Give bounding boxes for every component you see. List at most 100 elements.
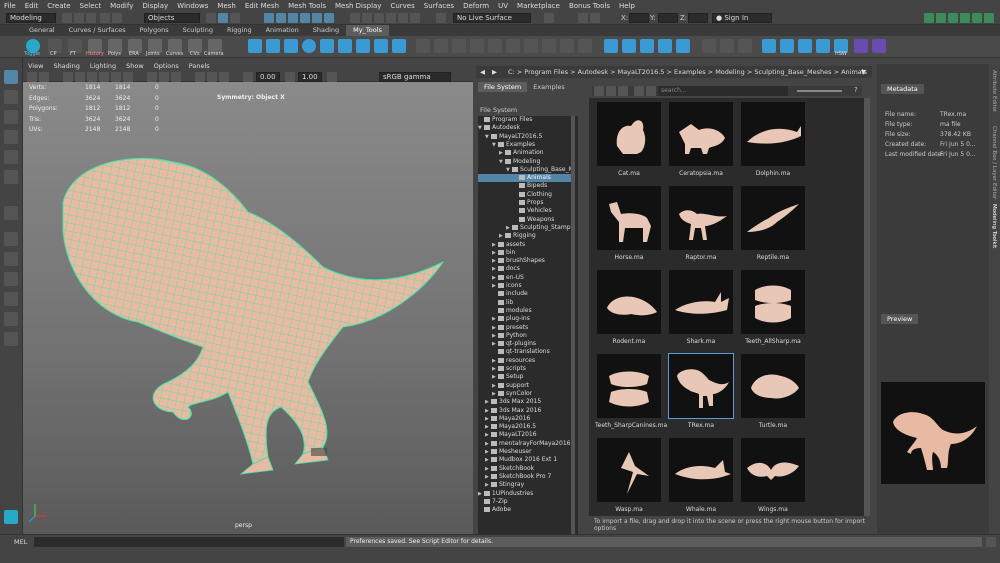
select-component-icon[interactable] — [230, 13, 240, 23]
deform-icon-2[interactable] — [434, 39, 448, 53]
tree-item[interactable]: ▶ mentalrayForMaya2016 — [478, 440, 572, 448]
tree-item[interactable]: Bipeds — [478, 182, 572, 190]
mesh-tool-icon-11[interactable] — [798, 39, 812, 53]
tree-item[interactable]: ▶ 3ds Max 2015 — [478, 398, 572, 406]
tree-item[interactable]: ▶ Animation — [478, 149, 572, 157]
panel-toggle-icon-5[interactable] — [972, 13, 982, 23]
tree-item[interactable]: ▶ MayaLT2016 — [478, 431, 572, 439]
tree-item[interactable]: ▶ Maya2016.5 — [478, 423, 572, 431]
xray-icon[interactable] — [159, 72, 169, 82]
shelf-tab-rigging[interactable]: Rigging — [220, 25, 259, 36]
live-surface-field[interactable]: No Live Surface — [453, 13, 531, 23]
side-tab-modeling-toolkit[interactable]: Modeling Toolkit — [991, 204, 997, 248]
deform-icon-8[interactable] — [542, 39, 556, 53]
star-icon[interactable] — [634, 86, 644, 96]
viewport-menu-lighting[interactable]: Lighting — [90, 62, 116, 71]
help-icon[interactable]: ? — [854, 86, 858, 94]
menu-create[interactable]: Create — [47, 2, 70, 10]
menu-modify[interactable]: Modify — [110, 2, 133, 10]
tree-item[interactable]: ▶ SketchBook Pro 7 — [478, 473, 572, 481]
tree-item[interactable]: ▶ SketchBook — [478, 465, 572, 473]
plane-icon[interactable] — [374, 39, 388, 53]
mesh-tool-icon[interactable] — [604, 39, 618, 53]
menu-file[interactable]: File — [4, 2, 16, 10]
tree-item[interactable]: ▶ synColor — [478, 390, 572, 398]
tree-item[interactable]: include — [478, 290, 572, 298]
file-thumbnail[interactable]: Rodent.ma — [595, 268, 663, 348]
tab-examples[interactable]: Examples — [527, 82, 571, 92]
z-field[interactable] — [688, 13, 708, 23]
deform-icon-3[interactable] — [452, 39, 466, 53]
select-hierarchy-icon[interactable] — [206, 13, 216, 23]
sidebar-toggle-icon-2[interactable] — [590, 13, 600, 23]
cone-icon[interactable] — [356, 39, 370, 53]
file-thumbnail[interactable]: Ceratopsia.ma — [667, 100, 735, 180]
tree-item[interactable]: ▶ Mesheuser — [478, 448, 572, 456]
redo-icon[interactable] — [112, 13, 122, 23]
tree-item[interactable]: ▶ Stingray — [478, 481, 572, 489]
snap-pivot-icon[interactable] — [410, 13, 420, 23]
tree-item[interactable]: ▶ en-US — [478, 274, 572, 282]
y-field[interactable] — [658, 13, 678, 23]
menu-edit[interactable]: Edit — [25, 2, 39, 10]
viewport-menu-options[interactable]: Options — [154, 62, 179, 71]
selection-mode-dropdown[interactable]: Objects — [144, 13, 200, 23]
snap-curve-icon[interactable] — [362, 13, 372, 23]
mesh-tool-icon-10[interactable] — [780, 39, 794, 53]
single-view-icon[interactable] — [4, 206, 18, 220]
tree-item[interactable]: ▶ support — [478, 382, 572, 390]
tree-item[interactable]: ▶ docs — [478, 265, 572, 273]
camera-icon[interactable] — [27, 72, 37, 82]
deform-icon-7[interactable] — [524, 39, 538, 53]
rotate-tool-icon[interactable] — [4, 150, 18, 164]
file-thumbnail[interactable]: TRex.ma — [667, 352, 735, 432]
path-dropdown-icon[interactable]: ▼ — [861, 66, 866, 78]
select-tool-icon[interactable] — [4, 70, 18, 84]
menu-bonus-tools[interactable]: Bonus Tools — [569, 2, 610, 10]
four-view-icon[interactable] — [4, 232, 18, 246]
dof-icon[interactable] — [219, 72, 229, 82]
breadcrumb-path[interactable]: C: > Program Files > Autodesk > MayaLT20… — [508, 68, 867, 76]
scale-tool-icon[interactable] — [4, 170, 18, 184]
tree-item[interactable]: ▶ resources — [478, 357, 572, 365]
panel-toggle-icon-6[interactable] — [984, 13, 994, 23]
multi-mode-icon[interactable] — [324, 13, 334, 23]
tree-item[interactable]: ▶ scripts — [478, 365, 572, 373]
object-mode-icon[interactable] — [312, 13, 322, 23]
tree-item[interactable]: Weapons — [478, 216, 572, 224]
deform-icon-5[interactable] — [488, 39, 502, 53]
colorspace-dropdown[interactable]: sRGB gamma — [379, 72, 451, 82]
move-tool-icon[interactable] — [4, 130, 18, 144]
viewport-menu-panels[interactable]: Panels — [189, 62, 210, 71]
viewport-persp[interactable]: Verts: 1814 1814 0 Edges: 3624 3624 0 Polygons: 1… — [23, 82, 473, 534]
tree-item[interactable]: ▶ icons — [478, 282, 572, 290]
tree-item[interactable]: qt-translations — [478, 348, 572, 356]
tree-item[interactable]: Animals — [478, 174, 572, 183]
save-scene-icon[interactable] — [86, 13, 96, 23]
deform-icon-6[interactable] — [506, 39, 520, 53]
tree-item[interactable]: ▶ Sculpting_Stamp — [478, 224, 572, 232]
vertex-mode-icon[interactable] — [264, 13, 274, 23]
cylinder-icon[interactable] — [338, 39, 352, 53]
menu-edit-mesh[interactable]: Edit Mesh — [245, 2, 279, 10]
menu-uv[interactable]: UV — [498, 2, 508, 10]
mesh-tool-icon-4[interactable] — [658, 39, 672, 53]
new-scene-icon[interactable] — [62, 13, 72, 23]
breadcrumb[interactable]: ◀ ▶ C: > Program Files > Autodesk > Maya… — [476, 66, 872, 78]
lasso-tool-icon[interactable] — [4, 90, 18, 104]
deform-icon-4[interactable] — [470, 39, 484, 53]
file-thumbnail[interactable]: Raptor.ma — [667, 184, 735, 264]
thumb-size-slider[interactable] — [797, 90, 842, 92]
undo-icon[interactable] — [100, 13, 110, 23]
open-scene-icon[interactable] — [74, 13, 84, 23]
plugin-icon-2[interactable] — [872, 39, 886, 53]
folder-up-icon[interactable] — [594, 86, 604, 96]
mesh-tool-icon-5[interactable] — [676, 39, 690, 53]
curve-tool-icon-2[interactable] — [266, 39, 280, 53]
xray-joints-icon[interactable] — [171, 72, 181, 82]
menu-curves[interactable]: Curves — [390, 2, 414, 10]
textured-icon[interactable] — [99, 72, 109, 82]
exposure-field[interactable]: 0.00 — [256, 72, 280, 82]
tree-item[interactable]: Program Files — [478, 116, 572, 124]
menu-windows[interactable]: Windows — [177, 2, 208, 10]
